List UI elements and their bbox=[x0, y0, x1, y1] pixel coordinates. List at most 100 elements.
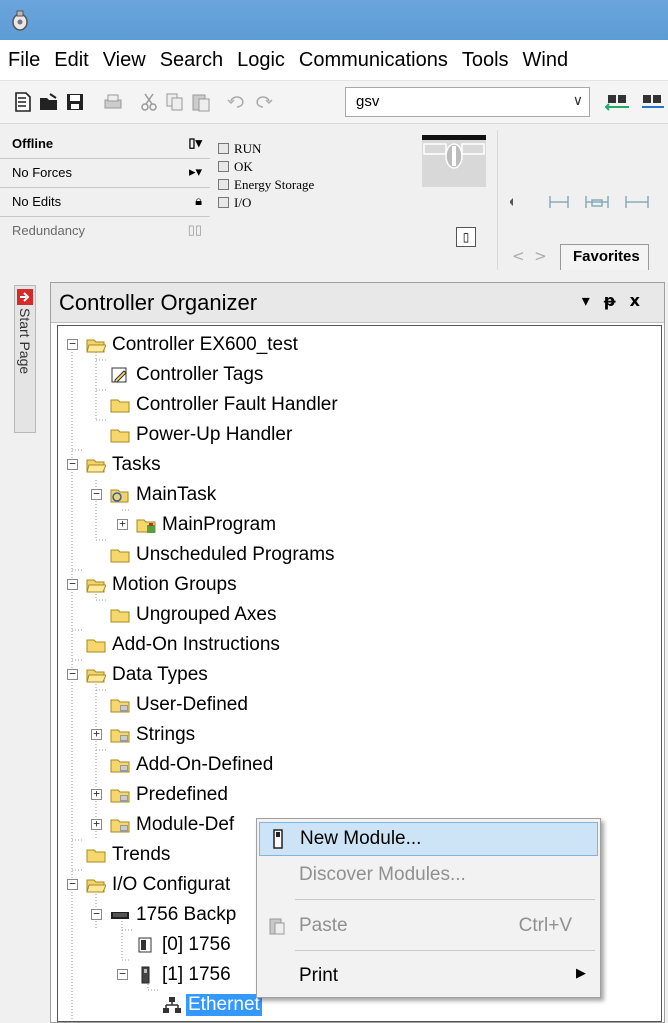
menu-separator bbox=[295, 950, 595, 951]
collapse-io-configuration[interactable]: − bbox=[67, 878, 78, 890]
indicator-ok: OK bbox=[218, 158, 314, 176]
collapse-motion-groups[interactable]: − bbox=[67, 578, 78, 590]
folder-icon bbox=[110, 429, 130, 443]
save-icon[interactable] bbox=[64, 91, 86, 113]
tree-item-io-configuration[interactable]: I/O Configurat bbox=[86, 870, 232, 900]
module-button[interactable]: ▯ bbox=[456, 227, 476, 247]
tree-item-power-up-handler[interactable]: Power-Up Handler bbox=[110, 420, 294, 450]
tree-item-strings[interactable]: Strings bbox=[110, 720, 197, 750]
folder-open-icon bbox=[86, 339, 106, 353]
menu-logic[interactable]: Logic bbox=[230, 49, 292, 72]
cut-icon[interactable] bbox=[138, 91, 160, 113]
menu-item-paste[interactable]: Paste Ctrl+V bbox=[259, 910, 598, 944]
module-icon bbox=[141, 966, 150, 984]
submenu-arrow-icon: ▶ bbox=[576, 965, 586, 980]
tree-item-fault-handler[interactable]: Controller Fault Handler bbox=[110, 390, 340, 420]
undo-icon[interactable] bbox=[226, 91, 248, 113]
tree-item-controller[interactable]: Controller EX600_test bbox=[86, 330, 300, 360]
menu-communications[interactable]: Communications bbox=[292, 49, 455, 72]
tab-favorites-label: Favorites bbox=[573, 248, 640, 265]
app-icon bbox=[12, 10, 28, 31]
menu-tools[interactable]: Tools bbox=[455, 49, 516, 72]
tree-item-module-defined[interactable]: Module-Def bbox=[110, 810, 236, 840]
menu-edit[interactable]: Edit bbox=[47, 49, 95, 72]
organizer-menu-icon[interactable]: ▾ bbox=[582, 291, 604, 310]
tags-icon bbox=[111, 367, 127, 383]
status-indicators: RUN OK Energy Storage I/O bbox=[218, 140, 314, 212]
expand-strings[interactable]: + bbox=[91, 728, 102, 740]
find-icon[interactable] bbox=[605, 91, 633, 113]
key-switch-graphic bbox=[422, 135, 486, 187]
tree-item-controller-tags[interactable]: Controller Tags bbox=[110, 360, 265, 390]
print-icon[interactable] bbox=[102, 91, 124, 113]
menu-view[interactable]: View bbox=[96, 49, 153, 72]
menu-file[interactable]: File bbox=[0, 49, 47, 72]
pin-icon[interactable]: ᵽ bbox=[604, 291, 630, 310]
tab-start-page[interactable]: Start Page bbox=[14, 285, 36, 433]
folder-icon bbox=[86, 639, 106, 653]
tree-item-ethernet[interactable]: Ethernet bbox=[162, 990, 262, 1020]
tree-item-add-on-defined[interactable]: Add-On-Defined bbox=[110, 750, 275, 780]
expand-main-program[interactable]: + bbox=[117, 518, 128, 530]
status-edits[interactable]: No Edits 🔒︎ bbox=[0, 190, 210, 217]
indicator-run-box bbox=[218, 143, 229, 154]
paste-icon[interactable] bbox=[190, 91, 212, 113]
tree-item-add-on-instructions[interactable]: Add-On Instructions bbox=[86, 630, 282, 660]
collapse-tasks[interactable]: − bbox=[67, 458, 78, 470]
tree-item-slot-0[interactable]: [0] 1756 bbox=[136, 930, 233, 960]
controller-module-icon bbox=[138, 937, 152, 953]
tree-item-backplane[interactable]: 1756 Backp bbox=[110, 900, 238, 930]
open-folder-icon[interactable] bbox=[38, 91, 60, 113]
close-icon[interactable]: x bbox=[630, 291, 654, 310]
organizer-header: Controller Organizer ▾ᵽx bbox=[51, 283, 664, 323]
mode-dropdown-icon[interactable]: ▯▾ bbox=[188, 135, 202, 151]
status-redundancy-label: Redundancy bbox=[12, 223, 85, 238]
organizer-title: Controller Organizer bbox=[59, 290, 258, 315]
indicator-energy-box bbox=[218, 179, 229, 190]
menu-item-print[interactable]: Print ▶ bbox=[259, 960, 598, 994]
find-next-icon[interactable] bbox=[640, 91, 668, 113]
expand-module-defined[interactable]: + bbox=[91, 818, 102, 830]
menu-search[interactable]: Search bbox=[153, 49, 230, 72]
status-forces[interactable]: No Forces ▸▾ bbox=[0, 161, 210, 188]
tree-item-predefined[interactable]: Predefined bbox=[110, 780, 230, 810]
context-menu: New Module... Discover Modules... Paste … bbox=[256, 818, 601, 998]
forces-dropdown-icon[interactable]: ▸▾ bbox=[189, 164, 202, 180]
collapse-main-task[interactable]: − bbox=[91, 488, 102, 500]
menu-item-new-module[interactable]: New Module... bbox=[259, 822, 598, 856]
folder-icon bbox=[110, 549, 130, 563]
tree-item-slot-1[interactable]: [1] 1756 bbox=[136, 960, 233, 990]
status-redundancy[interactable]: Redundancy ▯▯ bbox=[0, 219, 210, 246]
tree-item-trends[interactable]: Trends bbox=[86, 840, 172, 870]
tree-item-user-defined[interactable]: User-Defined bbox=[110, 690, 250, 720]
copy-icon[interactable] bbox=[164, 91, 186, 113]
tree-item-main-program[interactable]: MainProgram bbox=[136, 510, 278, 540]
menu-window[interactable]: Wind bbox=[516, 49, 576, 72]
tab-favorites[interactable]: Favorites bbox=[560, 244, 649, 270]
collapse-slot-1[interactable]: − bbox=[117, 968, 128, 980]
tree-item-ungrouped-axes[interactable]: Ungrouped Axes bbox=[110, 600, 279, 630]
collapse-controller[interactable]: − bbox=[67, 338, 78, 350]
tree-item-tasks[interactable]: Tasks bbox=[86, 450, 163, 480]
collapse-data-types[interactable]: − bbox=[67, 668, 78, 680]
indicator-ok-box bbox=[218, 161, 229, 172]
favorites-nav[interactable]: < > bbox=[512, 247, 547, 265]
tree-item-data-types[interactable]: Data Types bbox=[86, 660, 210, 690]
status-mode[interactable]: Offline ▯▾ bbox=[0, 132, 210, 159]
chevron-down-icon[interactable]: ∨ bbox=[573, 92, 583, 109]
menu-item-discover-modules[interactable]: Discover Modules... bbox=[259, 859, 598, 893]
redo-icon[interactable] bbox=[252, 91, 274, 113]
folder-icon bbox=[110, 399, 130, 413]
expand-predefined[interactable]: + bbox=[91, 788, 102, 800]
tree-item-motion-groups[interactable]: Motion Groups bbox=[86, 570, 239, 600]
tree-item-unscheduled-programs[interactable]: Unscheduled Programs bbox=[110, 540, 337, 570]
collapse-backplane[interactable]: − bbox=[91, 908, 102, 920]
new-file-icon[interactable] bbox=[12, 91, 34, 113]
datatype-folder-icon bbox=[110, 729, 130, 743]
indicator-io-box bbox=[218, 197, 229, 208]
edits-lock-icon[interactable]: 🔒︎ bbox=[195, 193, 202, 209]
tree-item-main-task[interactable]: MainTask bbox=[110, 480, 218, 510]
search-combo[interactable]: gsv ∨ bbox=[345, 87, 590, 117]
folder-open-icon bbox=[86, 669, 106, 683]
menu-bar: File Edit View Search Logic Communicatio… bbox=[0, 40, 668, 80]
